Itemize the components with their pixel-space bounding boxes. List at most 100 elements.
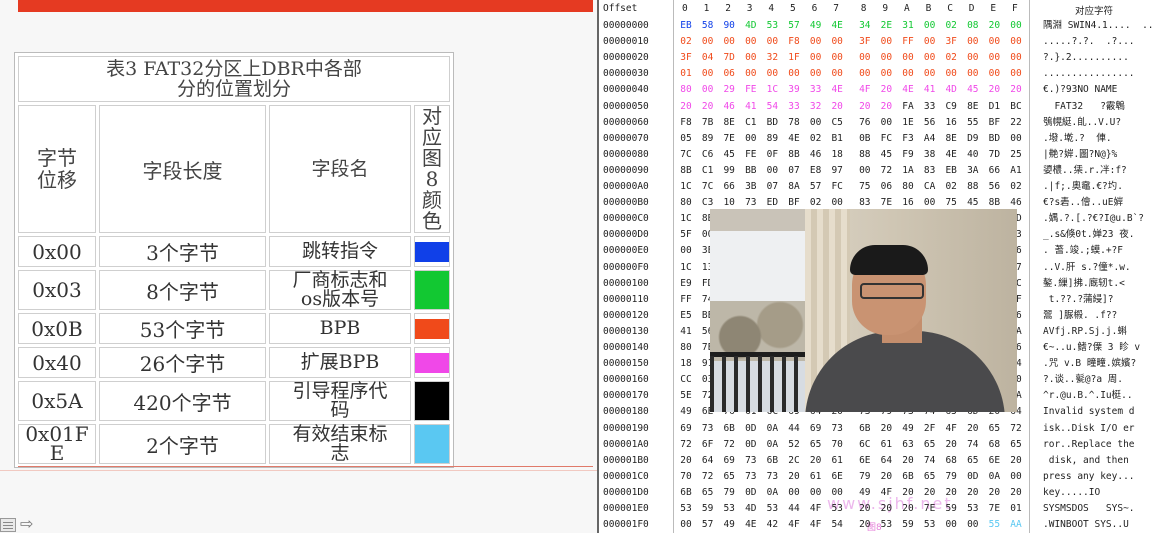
hex-byte: 00	[902, 68, 914, 80]
hex-byte: 0A	[766, 486, 779, 498]
hex-byte: 69	[680, 422, 692, 434]
hex-byte: FF	[680, 293, 692, 305]
hex-ascii: press any key...	[1043, 470, 1135, 482]
hex-byte: 33	[788, 100, 800, 112]
hex-row: 00000090 8B C1 99 BB 00 07 E8 97 00 72 1A 83 EB 3A 66 A1…	[599, 163, 1170, 179]
hex-byte: 0A	[988, 470, 1001, 482]
hex-byte: 73	[745, 470, 757, 482]
hex-byte: AA	[1010, 519, 1022, 531]
hex-byte: 20	[1010, 84, 1022, 96]
hex-offset: 000001D0	[603, 486, 649, 498]
hex-byte: 20	[923, 486, 936, 498]
hex-byte: 33	[809, 84, 822, 96]
hex-row: 000001C0 70 72 65 73 73 20 61 6E 79 20 6B 65 79 0D 0A 00…	[599, 469, 1170, 485]
hex-offset: 000001C0	[603, 470, 649, 482]
next-arrow-icon[interactable]: ⇨	[20, 516, 42, 532]
hex-byte: 20	[880, 422, 893, 434]
hex-byte: 65	[967, 454, 979, 466]
hex-byte: 80	[680, 197, 692, 209]
hex-header-col: C	[947, 3, 953, 14]
hex-row: 000001F0 00 57 49 4E 42 4F 4F 54 20 53 59 53 00 00 55 AA…	[599, 517, 1170, 533]
hex-row: 00000020 3F 04 7D 00 32 1F 00 00 00 00 00 00 02 00 00 00…	[599, 50, 1170, 66]
hex-byte: 20	[788, 470, 800, 482]
hex-byte: 7C	[701, 181, 714, 192]
hex-byte: 99	[723, 164, 735, 176]
hex-byte: 06	[880, 181, 893, 192]
hex-byte: 59	[945, 503, 957, 514]
hex-row: 00000080 7C C6 45 FE 0F 8B 46 18 88 45 F9 38 4E 40 7D 25…	[599, 147, 1170, 163]
hex-byte: 69	[809, 422, 822, 434]
hex-header-col: 2	[725, 3, 731, 14]
hex-byte: 69	[723, 454, 735, 466]
menu-icon[interactable]	[0, 518, 16, 532]
hex-byte: 65	[923, 438, 936, 450]
hex-byte: 00	[880, 68, 893, 80]
hex-byte: FE	[745, 148, 757, 160]
hex-offset: 00000100	[603, 277, 649, 289]
hex-byte: 02	[945, 20, 957, 31]
hex-byte: 20	[988, 486, 1001, 498]
hex-byte: 00	[723, 36, 735, 48]
hex-byte: F8	[788, 36, 800, 48]
slide-divider-light	[0, 470, 597, 471]
hex-ascii: €?s砉..儈..uE婩	[1043, 197, 1123, 209]
hex-offset: 00000150	[603, 358, 649, 370]
hex-byte: 33	[923, 100, 936, 112]
hex-ascii: €.)?93NO NAME	[1043, 84, 1118, 96]
hex-byte: 20	[831, 100, 843, 112]
hex-byte: 45	[880, 148, 893, 160]
hex-byte: 20	[1010, 486, 1022, 498]
hex-byte: 5F	[680, 229, 692, 241]
hex-offset: 000000D0	[603, 229, 649, 241]
hex-ascii: .|f;.奧鼀.€?圴.	[1043, 181, 1123, 192]
hex-byte: 2E	[880, 20, 893, 31]
hex-ascii: ?.谈..甏@?a 周.	[1043, 374, 1123, 386]
hex-byte: 0D	[745, 486, 757, 498]
hex-byte: 20	[1010, 454, 1022, 466]
hex-byte: 53	[766, 20, 779, 31]
hex-byte: 00	[880, 52, 893, 64]
hex-byte: 8E	[967, 100, 979, 112]
hex-byte: 1F	[788, 52, 800, 64]
hex-byte: 34	[859, 20, 871, 31]
hex-byte: 56	[988, 181, 1001, 192]
hex-byte: 70	[831, 438, 843, 450]
hex-byte: 31	[902, 20, 914, 31]
hex-byte: 4E	[902, 84, 914, 96]
hex-byte: C9	[945, 100, 957, 112]
hex-byte: 6B	[680, 486, 692, 498]
hex-byte: 00	[745, 52, 757, 64]
hex-header-col: F	[1012, 3, 1018, 14]
hex-byte: 08	[967, 20, 979, 31]
hex-offset: 00000000	[603, 20, 649, 31]
hex-byte: 68	[988, 438, 1001, 450]
hex-byte: 61	[831, 454, 843, 466]
hex-byte: 7E	[723, 132, 735, 144]
slide-nav: ⇨	[0, 514, 50, 533]
slide-divider	[18, 466, 593, 467]
hex-ascii: ?.}.2..........	[1043, 52, 1129, 64]
hex-ascii: 鏊.繅]拂.廐轫t.<	[1043, 277, 1125, 289]
hex-byte: 6B	[766, 454, 779, 466]
hex-byte: 7D	[723, 52, 735, 64]
hex-byte: 40	[967, 148, 979, 160]
hex-byte: 00	[945, 68, 957, 80]
hex-byte: 4E	[745, 519, 757, 531]
hex-byte: 65	[988, 422, 1001, 434]
hex-byte: 4F	[859, 84, 871, 96]
hex-byte: 00	[1010, 132, 1022, 144]
header-color: 对 应 图 8 颜 色	[414, 105, 451, 233]
hex-byte: F9	[902, 148, 914, 160]
hex-byte: 55	[988, 519, 1001, 531]
hex-ascii: .咒 v.B 疃疃.嫔嬪?	[1043, 358, 1137, 370]
hex-byte: 74	[967, 438, 979, 450]
hex-offset: 00000060	[603, 116, 649, 128]
table-row: 0x01F E 2个字节 有效结束标 志	[18, 424, 451, 464]
hex-byte: 79	[945, 470, 957, 482]
hex-byte: 02	[809, 132, 822, 144]
hex-byte: 00	[831, 52, 843, 64]
hex-byte: 4D	[745, 20, 757, 31]
window	[710, 231, 810, 412]
hex-byte: 32	[809, 100, 822, 112]
hex-byte: 18	[680, 358, 692, 370]
